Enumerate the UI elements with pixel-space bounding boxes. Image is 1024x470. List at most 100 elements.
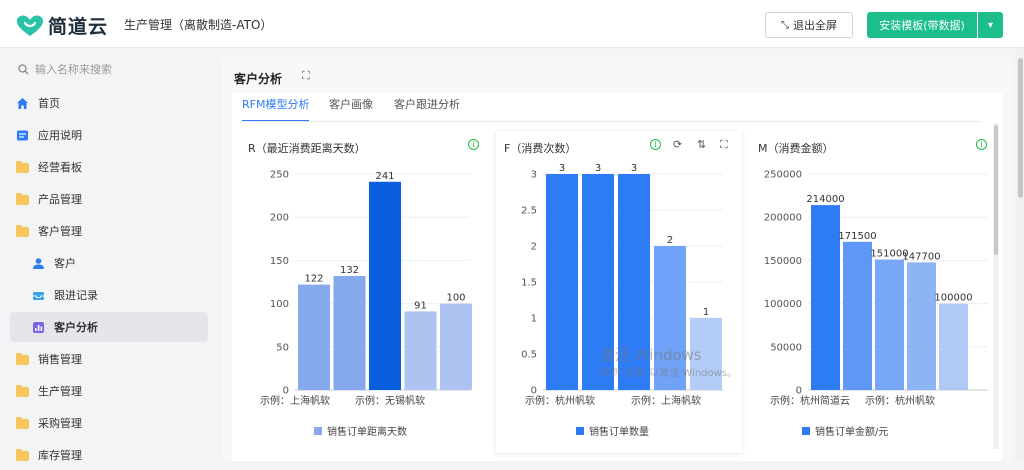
- sidebar-item-label: 跟进记录: [54, 289, 98, 302]
- folder-icon: [16, 192, 29, 206]
- y-tick-label: 250: [270, 170, 289, 181]
- data-label: 3: [595, 163, 601, 174]
- y-tick-label: 50: [276, 342, 289, 353]
- tab-followup-analysis[interactable]: 客户跟进分析: [394, 96, 460, 122]
- sidebar-item-label: 客户分析: [54, 321, 98, 334]
- data-label: 3: [631, 163, 637, 174]
- sidebar-item-dashboard[interactable]: 经营看板: [10, 152, 208, 182]
- legend-label: 销售订单距离天数: [327, 425, 407, 438]
- y-tick-label: 2: [531, 242, 537, 253]
- y-tick-label: 50000: [770, 342, 802, 353]
- fullscreen-icon[interactable]: ⛶: [302, 69, 310, 83]
- app-title: 生产管理（离散制造-ATO）: [124, 18, 273, 32]
- chart-r: 0 50 100 150 200 250 122 132 241 91 100 示例：上海帆软 示例：无…: [260, 170, 472, 438]
- folder-icon: [16, 160, 29, 174]
- sidebar-item-customer[interactable]: 客户: [10, 248, 208, 278]
- page-title: 客户分析: [234, 72, 283, 86]
- sidebar-item-sales[interactable]: 销售管理: [10, 344, 208, 374]
- data-label: 241: [375, 171, 394, 182]
- tabs-divider: [240, 121, 982, 122]
- sidebar-item-label: 首页: [38, 97, 60, 110]
- y-tick-label: 1.5: [521, 278, 537, 289]
- data-label: 91: [414, 300, 427, 311]
- y-tick-label: 1: [531, 314, 537, 325]
- folder-icon: [16, 448, 29, 462]
- x-tick-label: 示例：杭州帆软: [865, 394, 935, 407]
- activation-watermark: 激活 Windows: [600, 346, 702, 364]
- sidebar-item-label: 应用说明: [38, 129, 82, 142]
- y-tick-label: 0: [796, 386, 802, 397]
- search-icon: [18, 63, 29, 74]
- sidebar-search[interactable]: 输入名称来搜索: [18, 61, 112, 77]
- x-tick-label: 示例：上海帆软: [260, 394, 330, 407]
- legend-swatch: [314, 427, 322, 435]
- bar: [298, 284, 330, 390]
- tab-rfm[interactable]: RFM模型分析: [242, 96, 310, 122]
- data-label: 100: [446, 293, 465, 304]
- folder-icon: [16, 384, 29, 398]
- x-tick-label: 示例：杭州帆软: [525, 394, 595, 407]
- sidebar-item-inventory[interactable]: 库存管理: [10, 440, 208, 470]
- logo[interactable]: 简道云: [16, 12, 108, 39]
- y-tick-label: 100: [270, 299, 289, 310]
- chart-card-m: M（消费金额） i 0 50000 100000 150000 200000 250000…: [750, 131, 990, 453]
- sidebar-item-home[interactable]: 首页: [10, 88, 208, 118]
- data-label: 122: [304, 274, 323, 285]
- top-header: 简道云 生产管理（离散制造-ATO） ⤡ 退出全屏 安装模板(带数据) ▾: [0, 0, 1024, 48]
- chart-icon: [33, 321, 44, 333]
- exit-fullscreen-label: 退出全屏: [793, 19, 837, 32]
- search-placeholder: 输入名称来搜索: [35, 63, 112, 76]
- y-tick-label: 200: [270, 213, 289, 224]
- sidebar-item-label: 销售管理: [38, 353, 82, 366]
- x-tick-label: 示例：无锡帆软: [355, 394, 425, 407]
- sidebar-item-label: 生产管理: [38, 385, 82, 398]
- y-tick-label: 0: [283, 386, 289, 397]
- main-panel: 客户分析 ⛶ RFM模型分析 客户画像 客户跟进分析 R（最近消费距离天数） i…: [222, 56, 1012, 461]
- install-template-button[interactable]: 安装模板(带数据): [867, 12, 977, 38]
- y-tick-label: 100000: [764, 299, 802, 310]
- data-label: 171500: [838, 231, 876, 242]
- chart-m: 0 50000 100000 150000 200000 250000 214000 1715…: [764, 170, 988, 438]
- logo-text: 简道云: [48, 16, 109, 38]
- sidebar-item-followup[interactable]: 跟进记录: [10, 280, 208, 310]
- y-tick-label: 2.5: [521, 206, 537, 217]
- sidebar-item-product[interactable]: 产品管理: [10, 184, 208, 214]
- folder-open-icon: [16, 224, 29, 238]
- legend-label: 销售订单金额/元: [815, 425, 888, 438]
- user-icon: [33, 257, 44, 269]
- chart-f: 0 0.5 1 1.5 2 2.5 3 3 3 3 2 1 示例：杭州帆软 示例：上海帆软销售订单数量: [521, 163, 723, 438]
- dashboard-content: RFM模型分析 客户画像 客户跟进分析 R（最近消费距离天数） i 0 50 100…: [232, 93, 1002, 461]
- data-label: 2: [667, 235, 673, 246]
- bar: [333, 275, 366, 390]
- tab-bar: RFM模型分析 客户画像 客户跟进分析: [232, 93, 1002, 122]
- bar: [907, 262, 936, 390]
- bar: [369, 181, 401, 390]
- content-scrollbar-thumb[interactable]: [994, 125, 998, 255]
- sidebar-item-production[interactable]: 生产管理: [10, 376, 208, 406]
- data-label: 132: [340, 265, 359, 276]
- page-scrollbar-thumb[interactable]: [1018, 58, 1023, 198]
- sidebar: 输入名称来搜索 首页 应用说明 经营看板 产品管理 客户管理 客户 跟进记录 客…: [0, 48, 218, 462]
- sidebar-item-label: 客户管理: [38, 225, 82, 238]
- home-icon: [17, 97, 28, 109]
- sidebar-item-label: 采购管理: [38, 417, 82, 430]
- tab-customer-profile[interactable]: 客户画像: [329, 96, 373, 122]
- inbox-icon: [33, 291, 44, 300]
- doc-icon: [17, 130, 28, 140]
- bar: [939, 303, 968, 390]
- sidebar-item-purchase[interactable]: 采购管理: [10, 408, 208, 438]
- y-tick-label: 150000: [764, 256, 802, 267]
- sidebar-item-app-guide[interactable]: 应用说明: [10, 120, 208, 150]
- bar: [843, 241, 872, 390]
- y-tick-label: 0: [531, 386, 537, 397]
- sidebar-item-label: 产品管理: [38, 193, 82, 206]
- y-tick-label: 250000: [764, 170, 802, 181]
- logo-heart-icon: [17, 15, 43, 36]
- y-tick-label: 3: [531, 170, 537, 181]
- sidebar-item-customer-mgmt[interactable]: 客户管理: [10, 216, 208, 246]
- exit-fullscreen-button[interactable]: ⤡ 退出全屏: [765, 12, 853, 38]
- sidebar-item-customer-analysis[interactable]: 客户分析: [10, 312, 208, 342]
- y-tick-label: 150: [270, 256, 289, 267]
- legend-swatch: [802, 427, 810, 435]
- install-dropdown-button[interactable]: ▾: [978, 12, 1003, 38]
